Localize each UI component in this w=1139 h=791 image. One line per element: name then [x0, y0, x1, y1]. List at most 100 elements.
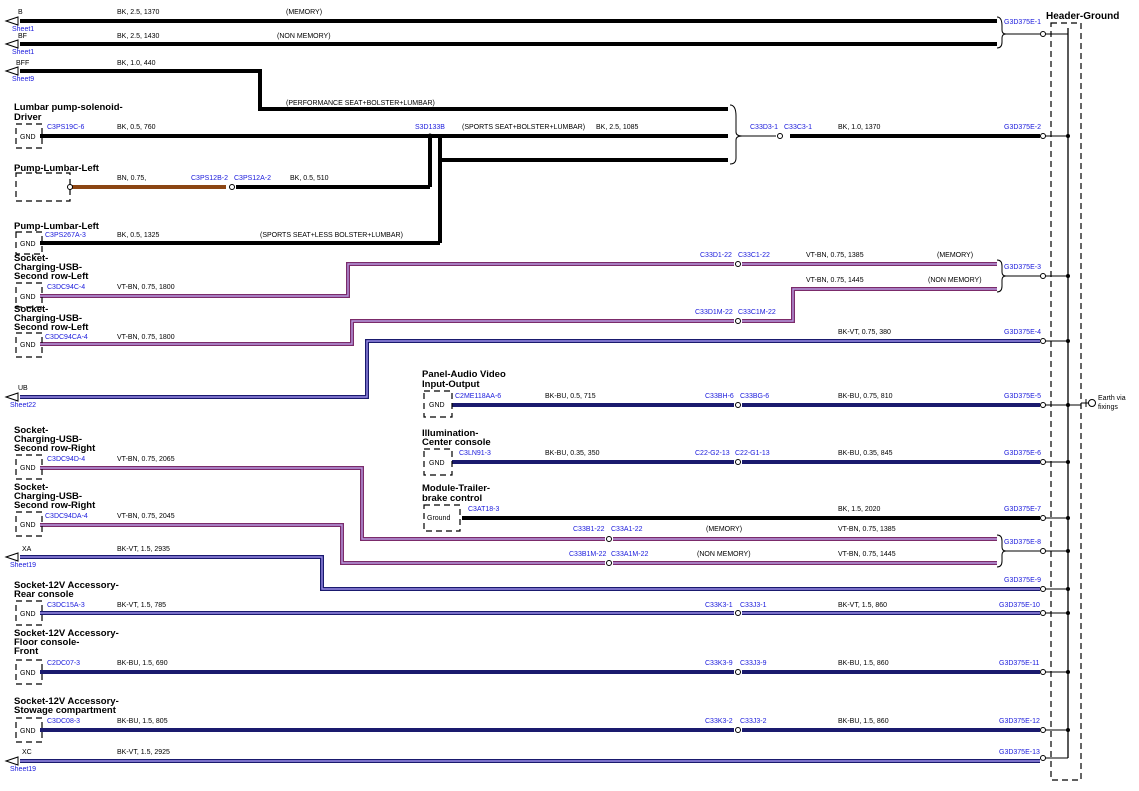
- svg-text:BK-BU, 1.5, 690: BK-BU, 1.5, 690: [117, 660, 168, 667]
- svg-text:VT-BN, 0.75, 1800: VT-BN, 0.75, 1800: [117, 334, 175, 341]
- svg-text:BK, 2.5, 1430: BK, 2.5, 1430: [117, 33, 160, 40]
- svg-text:C33J3-2: C33J3-2: [740, 718, 767, 725]
- svg-text:BK, 0.5, 1325: BK, 0.5, 1325: [117, 232, 160, 239]
- svg-text:GND: GND: [20, 241, 36, 248]
- svg-text:C33B1M-22: C33B1M-22: [569, 551, 606, 558]
- svg-text:BK-BU, 1.5, 860: BK-BU, 1.5, 860: [838, 718, 889, 725]
- svg-text:VT-BN, 0.75, 1385: VT-BN, 0.75, 1385: [806, 252, 864, 259]
- svg-text:BK, 1.0, 1370: BK, 1.0, 1370: [838, 124, 881, 131]
- svg-text:C3PS12A-2: C3PS12A-2: [234, 175, 271, 182]
- offsheet-arrow-icon: [4, 756, 19, 766]
- svg-text:BK-VT, 0.75, 380: BK-VT, 0.75, 380: [838, 329, 891, 336]
- svg-text:(MEMORY): (MEMORY): [706, 526, 742, 533]
- svg-text:(SPORTS SEAT+LESS BOLSTER+LUMB: (SPORTS SEAT+LESS BOLSTER+LUMBAR): [260, 232, 403, 239]
- svg-text:C3DC94C-4: C3DC94C-4: [47, 284, 85, 291]
- svg-text:G3D375E-7: G3D375E-7: [1004, 506, 1041, 513]
- svg-text:BK-VT, 1.5, 2925: BK-VT, 1.5, 2925: [117, 749, 170, 756]
- svg-text:C33K3-2: C33K3-2: [705, 718, 733, 725]
- svg-text:G3D375E-13: G3D375E-13: [999, 749, 1040, 756]
- svg-text:C33B1-22: C33B1-22: [573, 526, 605, 533]
- svg-text:GND: GND: [429, 402, 445, 409]
- svg-text:BK-VT, 1.5, 785: BK-VT, 1.5, 785: [117, 602, 166, 609]
- svg-text:brake control: brake control: [422, 493, 482, 504]
- svg-text:C33A1-22: C33A1-22: [611, 526, 643, 533]
- svg-text:Pump-Lumbar-Left: Pump-Lumbar-Left: [14, 221, 100, 232]
- svg-text:Sheet9[interactable]: Sheet9: [12, 76, 34, 83]
- svg-text:VT-BN, 0.75, 1800: VT-BN, 0.75, 1800: [117, 284, 175, 291]
- svg-text:Sheet19[interactable]: Sheet19: [10, 562, 36, 569]
- svg-text:C33C1M-22: C33C1M-22: [738, 309, 776, 316]
- svg-text:Second row-Left: Second row-Left: [14, 322, 89, 333]
- svg-text:C3DC08-3: C3DC08-3: [47, 718, 80, 725]
- svg-text:C33D3-1: C33D3-1: [750, 124, 778, 131]
- svg-text:BK-BU, 0.5, 715: BK-BU, 0.5, 715: [545, 393, 596, 400]
- svg-text:Sheet1[interactable]: Sheet1: [12, 49, 34, 56]
- svg-text:BK-BU, 1.5, 805: BK-BU, 1.5, 805: [117, 718, 168, 725]
- header-ground-title: Header-Ground: [1046, 11, 1119, 22]
- svg-text:GND: GND: [20, 522, 36, 529]
- components: Lumbar pump-solenoid- Driver GND Pump-Lu…: [14, 102, 506, 743]
- svg-text:BK, 0.5, 760: BK, 0.5, 760: [117, 124, 156, 131]
- svg-text:Second row-Right: Second row-Right: [14, 500, 96, 511]
- svg-text:G3D375E-12: G3D375E-12: [999, 718, 1040, 725]
- svg-text:UB: UB: [18, 385, 28, 392]
- svg-text:C33A1M-22: C33A1M-22: [611, 551, 648, 558]
- svg-text:VT-BN, 0.75, 2045: VT-BN, 0.75, 2045: [117, 513, 175, 520]
- svg-text:(NON MEMORY): (NON MEMORY): [277, 33, 331, 40]
- svg-text:G3D375E-5: G3D375E-5: [1004, 393, 1041, 400]
- svg-text:C33C3-1: C33C3-1: [784, 124, 812, 131]
- wiring-diagram: Header-Ground Earth via fixings B Sheet1…: [4, 9, 1126, 781]
- svg-text:C33J3-1: C33J3-1: [740, 602, 767, 609]
- svg-text:Second row-Left: Second row-Left: [14, 271, 89, 282]
- svg-text:G3D375E-3: G3D375E-3: [1004, 264, 1041, 271]
- svg-text:GND: GND: [20, 465, 36, 472]
- svg-text:BFF: BFF: [16, 60, 29, 67]
- offsheet-arrow-icon: [4, 16, 19, 26]
- svg-text:C33D1M-22: C33D1M-22: [695, 309, 733, 316]
- svg-text:Driver: Driver: [14, 112, 42, 123]
- wire-ub[interactable]: [20, 339, 1040, 399]
- svg-text:C3PS19C-6: C3PS19C-6: [47, 124, 84, 131]
- svg-text:GND: GND: [20, 134, 36, 141]
- earth-label-2: fixings: [1098, 404, 1118, 411]
- svg-text:Second row-Right: Second row-Right: [14, 443, 96, 454]
- svg-text:Ground: Ground: [427, 515, 450, 522]
- svg-text:C3DC15A-3: C3DC15A-3: [47, 602, 85, 609]
- svg-text:B: B: [18, 9, 23, 16]
- svg-text:C3PS12B-2: C3PS12B-2: [191, 175, 228, 182]
- offsheet-arrow-icon: [4, 392, 19, 402]
- svg-text:(MEMORY): (MEMORY): [286, 9, 322, 16]
- svg-text:VT-BN, 0.75, 1445: VT-BN, 0.75, 1445: [806, 277, 864, 284]
- header-ground-box: [1050, 22, 1082, 781]
- svg-text:C3DC94CA-4: C3DC94CA-4: [45, 334, 88, 341]
- svg-text:C22-G1-13: C22-G1-13: [735, 450, 770, 457]
- svg-text:Sheet1[interactable]: Sheet1: [12, 26, 34, 33]
- offsheet-arrow-icon: [4, 552, 19, 562]
- svg-text:G3D375E-6: G3D375E-6: [1004, 450, 1041, 457]
- svg-text:(SPORTS SEAT+BOLSTER+LUMBAR): (SPORTS SEAT+BOLSTER+LUMBAR): [462, 124, 585, 131]
- svg-text:BK, 0.5, 510: BK, 0.5, 510: [290, 175, 329, 182]
- wires: [20, 19, 1040, 763]
- svg-text:BK-BU, 0.35, 350: BK-BU, 0.35, 350: [545, 450, 600, 457]
- earth-label-1: Earth via: [1098, 395, 1126, 402]
- svg-text:C3DC94DA-4: C3DC94DA-4: [45, 513, 88, 520]
- svg-text:G3D375E-1: G3D375E-1: [1004, 19, 1041, 26]
- svg-text:(NON MEMORY): (NON MEMORY): [928, 277, 982, 284]
- svg-text:G3D375E-8: G3D375E-8: [1004, 539, 1041, 546]
- svg-text:Stowage compartment: Stowage compartment: [14, 705, 117, 716]
- svg-text:GND: GND: [20, 670, 36, 677]
- splice-dots: [427, 133, 433, 139]
- svg-text:Input-Output: Input-Output: [422, 379, 480, 390]
- offsheet-labels[interactable]: B Sheet1 BF Sheet1 BFF Sheet9 UB Sheet22…: [10, 9, 36, 773]
- svg-text:C3DC94D-4: C3DC94D-4: [47, 456, 85, 463]
- svg-text:BK, 1.0, 440: BK, 1.0, 440: [117, 60, 156, 67]
- svg-text:Sheet22[interactable]: Sheet22: [10, 402, 36, 409]
- wire-labels: BK, 2.5, 1370 (MEMORY) BK, 2.5, 1430 (NO…: [117, 9, 982, 756]
- wire-usb-right-1[interactable]: [40, 466, 605, 541]
- svg-text:C33C1-22: C33C1-22: [738, 252, 770, 259]
- svg-text:C33BG-6: C33BG-6: [740, 393, 769, 400]
- component-box: [15, 172, 71, 202]
- offsheet-arrow-icon: [4, 66, 19, 76]
- wire-usb-left-1[interactable]: [40, 262, 734, 298]
- svg-text:Sheet19[interactable]: Sheet19: [10, 766, 36, 773]
